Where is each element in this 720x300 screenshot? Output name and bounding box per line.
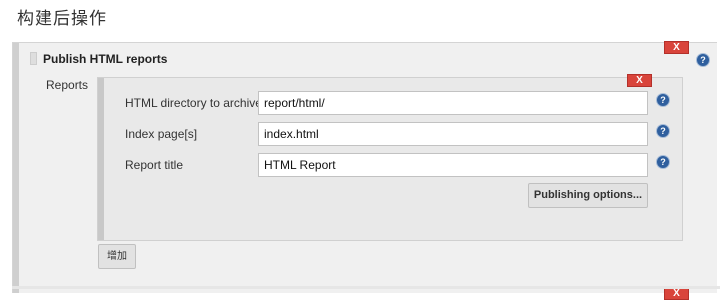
drag-handle-icon[interactable]	[30, 52, 37, 65]
delete-report-button[interactable]: X	[627, 74, 652, 87]
index-pages-label: Index page[s]	[125, 127, 198, 141]
report-title-help-icon[interactable]: ?	[656, 155, 670, 169]
publisher-help-icon[interactable]: ?	[696, 53, 710, 67]
reports-label: Reports	[46, 78, 89, 92]
report-entry-left-bar	[98, 78, 104, 240]
html-directory-label: HTML directory to archive	[125, 96, 262, 110]
publish-html-reports-panel: Publish HTML reports X ? Reports X HTML …	[12, 41, 717, 300]
report-title-input[interactable]: HTML Report	[258, 153, 648, 177]
publisher-title: Publish HTML reports	[43, 52, 168, 66]
html-directory-help-icon[interactable]: ?	[656, 93, 670, 107]
delete-publisher-button[interactable]: X	[664, 41, 689, 54]
add-report-button[interactable]: 增加	[98, 244, 136, 269]
index-pages-help-icon[interactable]: ?	[656, 124, 670, 138]
html-directory-input[interactable]: report/html/	[258, 91, 648, 115]
publishing-options-button[interactable]: Publishing options...	[528, 183, 648, 208]
report-title-label: Report title	[125, 158, 184, 172]
post-build-section-title: 构建后操作	[17, 9, 107, 29]
panel-left-bar	[13, 43, 19, 293]
index-pages-input[interactable]: index.html	[258, 122, 648, 146]
